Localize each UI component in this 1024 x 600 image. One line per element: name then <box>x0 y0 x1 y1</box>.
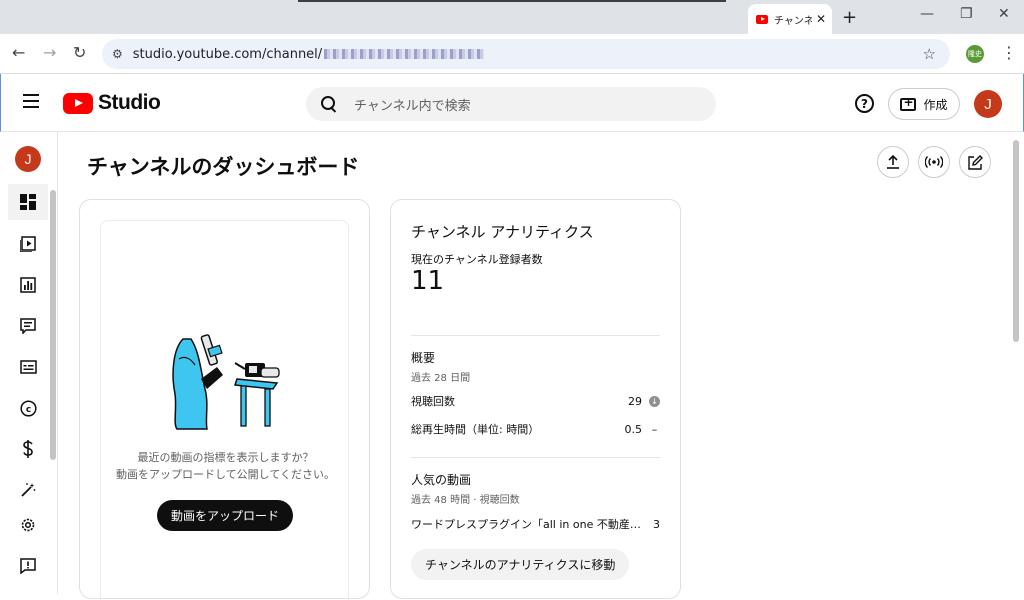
go-to-analytics-button[interactable]: チャンネルのアナリティクスに移動 <box>411 549 630 580</box>
tab-close-icon[interactable]: ✕ <box>816 12 826 26</box>
nav-copyright-icon[interactable]: c <box>8 390 48 426</box>
page-title: チャンネルのダッシュボード <box>87 155 360 179</box>
views-row: 視聴回数 29 ↓ <box>411 393 660 409</box>
main-scrollbar[interactable] <box>1013 140 1019 342</box>
menu-hamburger-icon[interactable] <box>23 94 39 108</box>
upload-card: 最近の動画の指標を表示しますか？ 動画をアップロードして公開してください。 動画… <box>79 199 370 600</box>
minimize-icon[interactable]: — <box>920 6 934 22</box>
new-tab-icon[interactable]: + <box>842 7 857 28</box>
upload-message-line1: 最近の動画の指標を表示しますか？ <box>137 451 314 464</box>
analytics-title: チャンネル アナリティクス <box>411 223 594 241</box>
nav-earn-icon[interactable] <box>8 431 48 467</box>
studio-header: Studio チャンネル内で検索 ? 作成 J <box>0 74 1024 132</box>
summary-period: 過去 28 日間 <box>411 373 471 384</box>
summary-heading: 概要 <box>411 351 436 365</box>
nav-content-icon[interactable] <box>8 226 48 262</box>
create-video-icon <box>900 95 917 111</box>
help-icon[interactable]: ? <box>855 94 874 113</box>
account-avatar[interactable]: J <box>974 90 1002 118</box>
create-label: 作成 <box>923 97 948 112</box>
nav-feedback-icon[interactable] <box>8 548 48 584</box>
upload-videos-button[interactable] <box>877 146 909 178</box>
go-live-button[interactable] <box>918 146 950 178</box>
url-text: studio.youtube.com/channel/ <box>132 46 323 62</box>
create-post-button[interactable] <box>959 146 991 178</box>
avatar-initial: J <box>984 95 992 113</box>
forward-arrow-icon[interactable]: → <box>43 43 56 62</box>
live-broadcast-icon <box>925 156 943 168</box>
search-placeholder: チャンネル内で検索 <box>354 98 471 114</box>
window-close-icon[interactable]: ✕ <box>998 6 1010 22</box>
browser-tab-bar: チャンネル ✕ + — ❐ ✕ <box>0 0 1024 34</box>
upload-card-inner: 最近の動画の指標を表示しますか？ 動画をアップロードして公開してください。 動画… <box>100 220 349 600</box>
studio-logo[interactable]: Studio <box>63 91 161 115</box>
url-redacted <box>324 49 485 59</box>
search-icon <box>320 95 338 113</box>
nav-settings-icon[interactable] <box>8 507 48 543</box>
trend-down-icon: ↓ <box>649 395 660 407</box>
browser-menu-icon[interactable]: ⋮ <box>1001 43 1017 62</box>
microscope-illustration-icon <box>172 334 280 430</box>
popular-video-row[interactable]: ワードプレスプラグイン「all in one 不動産」に 3 <box>411 516 660 532</box>
address-bar[interactable]: ⚙ studio.youtube.com/channel/ ☆ <box>102 39 950 69</box>
watch-time-row: 総再生時間（単位: 時間） 0.5– <box>411 421 660 437</box>
upload-video-button[interactable]: 動画をアップロード <box>157 500 293 531</box>
edit-pencil-icon <box>967 154 983 170</box>
left-nav: J c <box>0 132 58 594</box>
logo-text: Studio <box>98 91 161 114</box>
popular-heading: 人気の動画 <box>411 473 472 487</box>
channel-avatar[interactable]: J <box>15 146 41 172</box>
youtube-favicon-icon <box>756 14 768 24</box>
create-button[interactable]: 作成 <box>888 88 960 120</box>
browser-toolbar: ← → ↻ ⚙ studio.youtube.com/channel/ ☆ 隆史… <box>0 34 1024 74</box>
views-value: 29 <box>628 394 642 408</box>
channel-analytics-card: チャンネル アナリティクス 現在のチャンネル登録者数 11 概要 過去 28 日… <box>390 199 681 599</box>
nav-dashboard-icon[interactable] <box>8 184 48 220</box>
popular-video-title[interactable]: ワードプレスプラグイン「all in one 不動産」に <box>411 516 643 532</box>
upload-message-line2: 動画をアップロードして公開してください。 <box>115 468 335 481</box>
watch-time-label: 総再生時間（単位: 時間） <box>411 423 540 436</box>
svg-text:c: c <box>25 405 30 415</box>
nav-subtitles-icon[interactable] <box>8 349 48 385</box>
popular-video-views: 3 <box>653 517 660 531</box>
channel-search-input[interactable]: チャンネル内で検索 <box>306 87 716 121</box>
site-settings-icon[interactable]: ⚙ <box>112 47 123 61</box>
nav-customization-icon[interactable] <box>8 472 48 508</box>
youtube-logo-icon <box>63 92 93 114</box>
reload-icon[interactable]: ↻ <box>73 43 86 62</box>
back-arrow-icon[interactable]: ← <box>12 43 25 62</box>
tab-title: チャンネル <box>774 15 812 27</box>
popular-period: 過去 48 時間 · 視聴回数 <box>411 495 520 506</box>
watch-time-value: 0.5 <box>624 422 643 436</box>
nav-scrollbar[interactable] <box>50 190 56 460</box>
divider <box>411 457 660 458</box>
trend-flat-icon: – <box>651 422 658 436</box>
browser-tab[interactable]: チャンネル ✕ <box>748 4 832 34</box>
subscribers-label: 現在のチャンネル登録者数 <box>411 253 543 266</box>
profile-label: 隆史 <box>968 50 982 58</box>
upload-icon <box>887 155 899 169</box>
views-label: 視聴回数 <box>411 395 455 408</box>
upload-message: 最近の動画の指標を表示しますか？ 動画をアップロードして公開してください。 <box>101 449 350 483</box>
divider <box>411 335 660 336</box>
browser-profile-avatar[interactable]: 隆史 <box>966 45 984 63</box>
nav-comments-icon[interactable] <box>8 308 48 344</box>
bookmark-star-icon[interactable]: ☆ <box>923 45 936 63</box>
restore-icon[interactable]: ❐ <box>960 6 973 22</box>
dashboard-main: チャンネルのダッシュボード 最近の動画の指標を表示しますか？ 動画をアップロード… <box>58 132 1024 600</box>
subscribers-count: 11 <box>411 266 445 296</box>
tab-strip-indicator <box>298 0 726 2</box>
nav-analytics-icon[interactable] <box>8 267 48 303</box>
nav-avatar-initial: J <box>24 151 32 167</box>
